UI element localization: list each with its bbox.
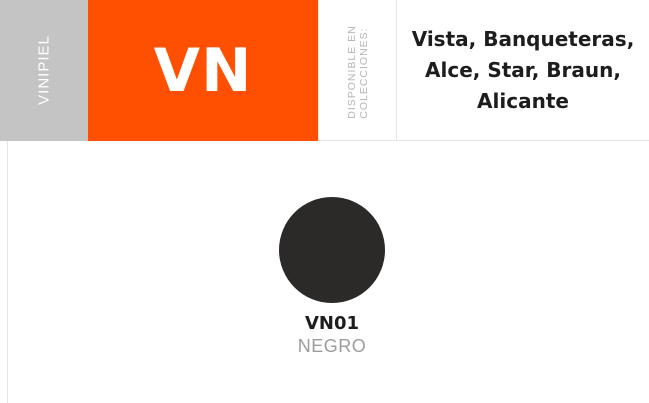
product-code: VN: [153, 35, 253, 106]
color-catalog-card: VINIPIEL VN DISPONIBLE EN COLECCIONES: V…: [0, 0, 649, 403]
swatch-item[interactable]: VN01 NEGRO: [232, 197, 432, 357]
swatch-code: VN01: [304, 313, 360, 334]
availability-label-line1: DISPONIBLE EN: [346, 25, 358, 119]
product-line-name: VINIPIEL: [35, 35, 53, 105]
color-swatch[interactable]: [279, 197, 385, 303]
product-line-label: VINIPIEL: [0, 0, 88, 141]
card-header: VINIPIEL VN DISPONIBLE EN COLECCIONES: V…: [0, 0, 649, 141]
availability-label-line2: COLECCIONES:: [358, 27, 370, 119]
availability-label-text: DISPONIBLE EN COLECCIONES:: [346, 25, 370, 119]
swatch-name: NEGRO: [297, 336, 367, 356]
collections-list: Vista, Banqueteras, Alce, Star, Braun, A…: [411, 27, 635, 113]
collections-panel: Vista, Banqueteras, Alce, Star, Braun, A…: [397, 0, 649, 141]
availability-label: DISPONIBLE EN COLECCIONES:: [318, 0, 397, 141]
left-divider: [7, 141, 8, 403]
product-code-block: VN: [88, 0, 318, 141]
